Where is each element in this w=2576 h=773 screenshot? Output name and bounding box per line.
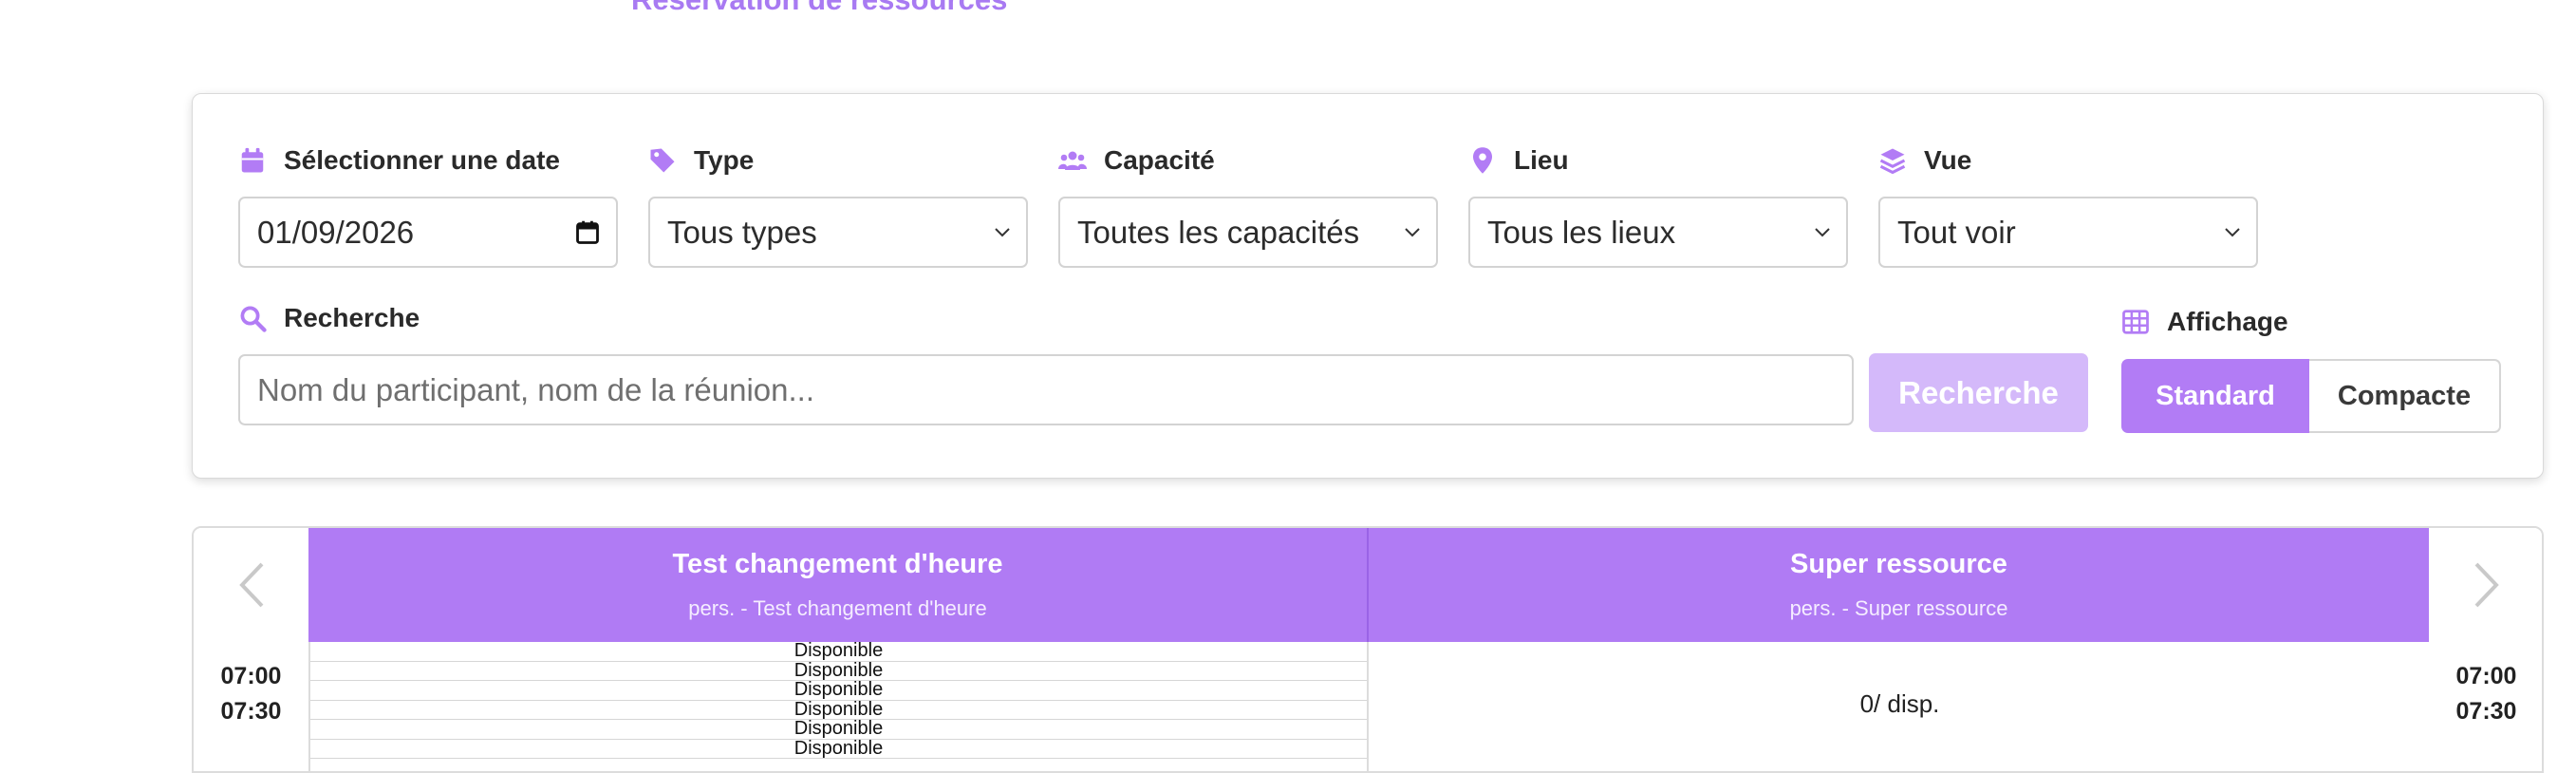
chevron-down-icon (2224, 227, 2241, 238)
search-button[interactable]: Recherche (1869, 353, 2088, 432)
search-input[interactable]: Nom du participant, nom de la réunion... (238, 354, 1854, 425)
search-icon (240, 306, 267, 332)
display-label: Affichage (2121, 305, 2288, 339)
compact-view-button[interactable]: Compacte (2309, 359, 2501, 433)
time-label: 07:00 (2455, 663, 2517, 689)
previous-button[interactable] (194, 528, 308, 642)
location-filter: Lieu Tous les lieux (1468, 143, 1848, 268)
type-select[interactable]: Tous types (648, 197, 1028, 268)
resource-subtitle: pers. - Test changement d'heure (688, 596, 987, 620)
capacity-filter-label: Capacité (1058, 143, 1438, 178)
next-button[interactable] (2429, 528, 2542, 642)
chevron-down-icon (994, 227, 1011, 238)
search-filter: Recherche (238, 301, 420, 335)
standard-view-button[interactable]: Standard (2121, 359, 2309, 433)
time-slot[interactable]: Disponible (310, 720, 1367, 740)
time-slot[interactable]: Disponible (310, 662, 1367, 681)
time-slot[interactable]: Disponible (310, 701, 1367, 720)
chevron-down-icon (1404, 227, 1421, 238)
time-label: 07:30 (220, 698, 282, 725)
time-label: 07:00 (220, 663, 282, 689)
resource-slots: Disponible Disponible Disponible Disponi… (308, 642, 1369, 771)
resource-name: Super ressource (1790, 549, 2007, 579)
layers-icon (1879, 148, 1906, 175)
view-select[interactable]: Tout voir (1878, 197, 2258, 268)
time-label: 07:30 (2455, 698, 2517, 725)
display-mode-toggle: Standard Compacte (2121, 359, 2501, 433)
users-icon (1058, 151, 1087, 170)
location-filter-label: Lieu (1468, 143, 1848, 178)
resource-name: Test changement d'heure (672, 549, 1003, 579)
capacity-select[interactable]: Toutes les capacités (1058, 197, 1438, 268)
chevron-left-icon (238, 562, 263, 608)
schedule-grid: Test changement d'heure pers. - Test cha… (192, 526, 2544, 773)
availability-count: 0/ disp. (1859, 689, 1940, 718)
date-filter: Sélectionner une date 01/09/2026 (238, 143, 618, 268)
date-filter-label: Sélectionner une date (238, 143, 618, 178)
time-slot[interactable]: Disponible (310, 642, 1367, 662)
view-filter-label: Vue (1878, 143, 2258, 178)
calendar-picker-icon[interactable] (574, 219, 601, 246)
map-pin-icon (1473, 147, 1492, 174)
resource-slots: 0/ disp. (1371, 642, 2429, 771)
filter-panel: Sélectionner une date 01/09/2026 Type To… (192, 93, 2544, 479)
page-title: Réservation de ressources (631, 0, 1007, 17)
display-toggle-group: Affichage (2121, 305, 2288, 339)
resource-header: Super ressource pers. - Super ressource (1369, 528, 2429, 642)
view-filter: Vue Tout voir (1878, 143, 2258, 268)
grid-icon (2122, 310, 2149, 334)
search-filter-label: Recherche (238, 301, 420, 335)
resource-header: Test changement d'heure pers. - Test cha… (308, 528, 1369, 642)
time-slot[interactable]: Disponible (310, 681, 1367, 701)
chevron-right-icon (2474, 562, 2499, 608)
capacity-filter: Capacité Toutes les capacités (1058, 143, 1438, 268)
type-filter-label: Type (648, 143, 1028, 178)
time-column-right: 07:00 07:30 (2429, 659, 2542, 729)
calendar-icon (241, 147, 264, 173)
type-filter: Type Tous types (648, 143, 1028, 268)
chevron-down-icon (1814, 227, 1831, 238)
resource-subtitle: pers. - Super ressource (1789, 596, 2008, 620)
tag-icon (650, 148, 675, 173)
location-select[interactable]: Tous les lieux (1468, 197, 1848, 268)
time-column-left: 07:00 07:30 (194, 659, 308, 729)
date-input[interactable]: 01/09/2026 (238, 197, 618, 268)
